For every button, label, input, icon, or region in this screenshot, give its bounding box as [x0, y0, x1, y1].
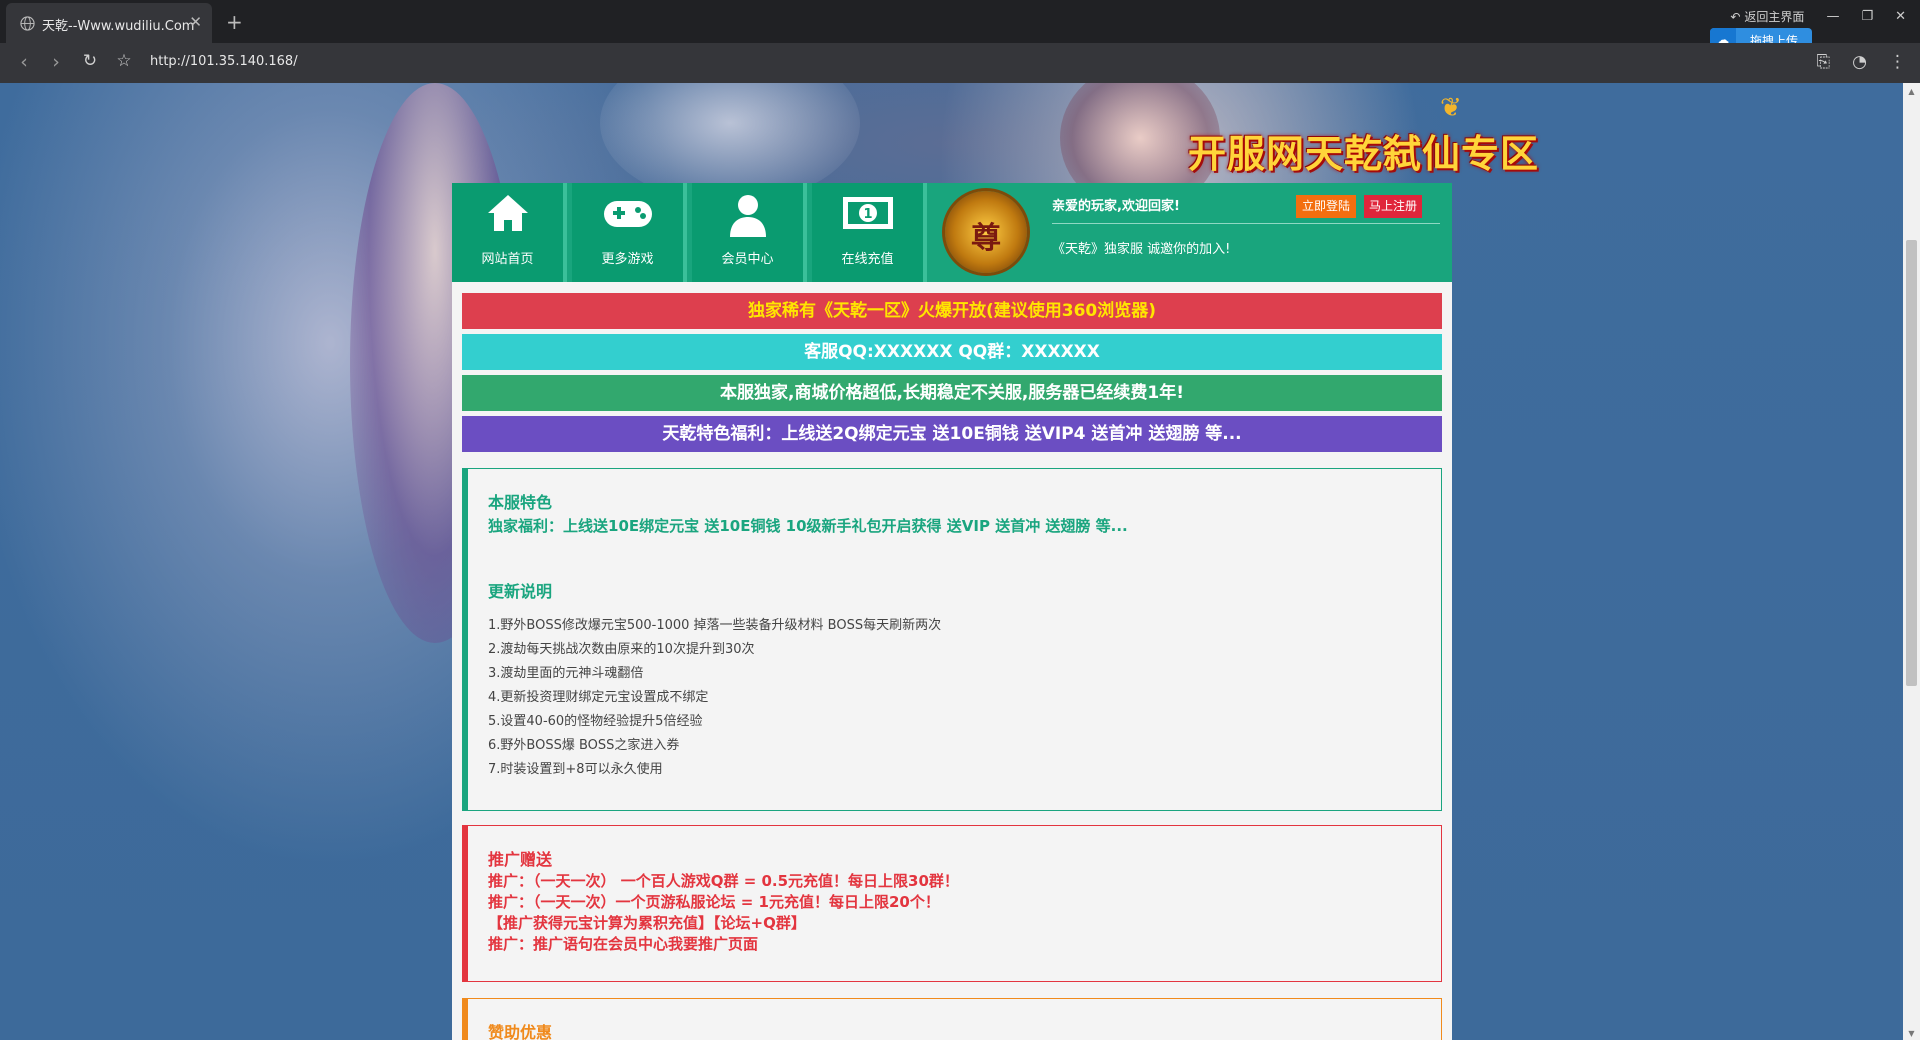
user-icon	[729, 195, 766, 237]
banner-title: 开服网天乾弑仙专区	[1188, 132, 1540, 176]
window-controls: ↶ 返回主界面 — ❐ ✕	[1730, 8, 1906, 25]
logo-char: 尊	[971, 221, 1001, 256]
update-item: 1.野外BOSS修改爆元宝500-1000 掉落一些装备升级材料 BOSS每天刷…	[488, 618, 942, 633]
promo-heading: 推广赠送	[488, 850, 553, 869]
promo-line: 推广：推广语句在会员中心我要推广页面	[488, 935, 759, 953]
history-icon[interactable]: ◔	[1852, 52, 1867, 72]
restore-icon[interactable]: ❐	[1861, 9, 1873, 24]
nav-recharge-label: 在线充值	[841, 252, 894, 267]
features-box: 本服特色 独家福利：上线送10E绑定元宝 送10E铜钱 10级新手礼包开启获得 …	[462, 468, 1442, 811]
new-tab-icon[interactable]: +	[226, 10, 243, 34]
update-list: 1.野外BOSS修改爆元宝500-1000 掉落一些装备升级材料 BOSS每天刷…	[488, 614, 1441, 782]
update-item: 6.野外BOSS爆 BOSS之家进入券	[488, 738, 680, 753]
site-nav: 网站首页 更多游戏 会员中心 1 在线充值 尊 亲爱的玩家,欢迎回家! 立即登陆…	[452, 183, 1452, 282]
update-item: 5.设置40-60的怪物经验提升5倍经验	[488, 714, 703, 729]
back-main-label: 返回主界面	[1744, 10, 1805, 24]
tab-bar: 天乾--Www.wudiliu.Com ✕ + ↶ 返回主界面 — ❐ ✕	[0, 0, 1920, 43]
page-scrollbar[interactable]: ▲ ▼	[1903, 83, 1920, 1040]
login-button[interactable]: 立即登陆	[1296, 195, 1356, 218]
share-icon[interactable]: ⎘	[1817, 52, 1831, 72]
globe-icon	[20, 16, 35, 31]
scroll-thumb[interactable]	[1906, 240, 1917, 686]
back-icon[interactable]: ‹	[12, 51, 36, 73]
address-bar[interactable]: http://101.35.140.168/	[150, 54, 298, 69]
features-heading: 本服特色	[488, 493, 553, 512]
promo-box: 推广赠送 推广：（一天一次） 一个百人游戏Q群 = 0.5元充值！每日上限30群…	[462, 825, 1442, 982]
promo-line: 推广：（一天一次） 一个百人游戏Q群 = 0.5元充值！每日上限30群！	[488, 872, 959, 890]
promo-line: 推广：（一天一次）一个页游私服论坛 = 1元充值！每日上限20个！	[488, 893, 940, 911]
nav-more-games[interactable]: 更多游戏	[572, 183, 687, 282]
reload-icon[interactable]: ↻	[78, 51, 102, 71]
announcement-bar-4: 天乾特色福利：上线送2Q绑定元宝 送10E铜钱 送VIP4 送首冲 送翅膀 等.…	[462, 416, 1442, 452]
welcome-text: 亲爱的玩家,欢迎回家!	[1052, 199, 1180, 214]
minimize-icon[interactable]: —	[1826, 9, 1839, 24]
announcement-bar-3: 本服独家,商城价格超低,长期稳定不关服,服务器已经续费1年!	[462, 375, 1442, 411]
nav-member-center-label: 会员中心	[721, 252, 774, 267]
svg-text:1: 1	[863, 207, 872, 222]
update-item: 2.渡劫每天挑战次数由原来的10次提升到30次	[488, 642, 755, 657]
scroll-down-icon[interactable]: ▼	[1903, 1029, 1920, 1038]
nav-home[interactable]: 网站首页	[452, 183, 567, 282]
close-window-icon[interactable]: ✕	[1895, 9, 1906, 24]
nav-member-center[interactable]: 会员中心	[692, 183, 807, 282]
update-item: 3.渡劫里面的元神斗魂翻倍	[488, 666, 644, 681]
update-item: 7.时装设置到+8可以永久使用	[488, 762, 663, 777]
nav-more-games-label: 更多游戏	[601, 252, 654, 267]
money-icon: 1	[842, 197, 893, 229]
tab-title: 天乾--Www.wudiliu.Com	[42, 19, 195, 34]
tab-close-icon[interactable]: ✕	[189, 13, 202, 31]
invite-text: 《天乾》独家服 诚邀你的加入!	[1052, 242, 1231, 257]
features-benefit: 独家福利：上线送10E绑定元宝 送10E铜钱 10级新手礼包开启获得 送VIP …	[488, 517, 1128, 535]
announcement-bar-1: 独家稀有《天乾一区》火爆开放(建议使用360浏览器)	[462, 293, 1442, 329]
main-content: 独家稀有《天乾一区》火爆开放(建议使用360浏览器) 客服QQ:XXXXXX Q…	[452, 282, 1452, 1040]
scroll-up-icon[interactable]: ▲	[1903, 87, 1920, 96]
update-item: 4.更新投资理财绑定元宝设置成不绑定	[488, 690, 709, 705]
nav-divider	[1052, 223, 1440, 224]
register-button[interactable]: 马上注册	[1364, 195, 1422, 218]
nav-home-label: 网站首页	[481, 252, 534, 267]
announcement-bar-2: 客服QQ:XXXXXX QQ群：XXXXXX	[462, 334, 1442, 370]
nav-recharge[interactable]: 1 在线充值	[812, 183, 927, 282]
butterfly-icon: ❦	[1440, 93, 1462, 123]
browser-toolbar: ‹ › ↻ ☆ http://101.35.140.168/ ⎘ ◔ ⋮	[0, 43, 1920, 83]
sponsor-heading: 赞助优惠	[488, 1023, 553, 1040]
update-heading: 更新说明	[488, 582, 553, 601]
browser-tab[interactable]: 天乾--Www.wudiliu.Com ✕	[6, 3, 212, 43]
undo-icon: ↶	[1730, 9, 1741, 24]
bookmark-star-icon[interactable]: ☆	[112, 51, 136, 71]
vip-logo-badge: 尊	[945, 191, 1027, 273]
sponsor-box: 赞助优惠	[462, 998, 1442, 1040]
menu-icon[interactable]: ⋮	[1889, 52, 1906, 72]
back-main-button[interactable]: ↶ 返回主界面	[1730, 8, 1804, 25]
gamepad-icon	[603, 201, 652, 227]
forward-icon[interactable]: ›	[44, 51, 68, 73]
home-icon	[487, 195, 528, 231]
promo-line: 【推广获得元宝计算为累积充值】【论坛+Q群】	[488, 914, 806, 932]
